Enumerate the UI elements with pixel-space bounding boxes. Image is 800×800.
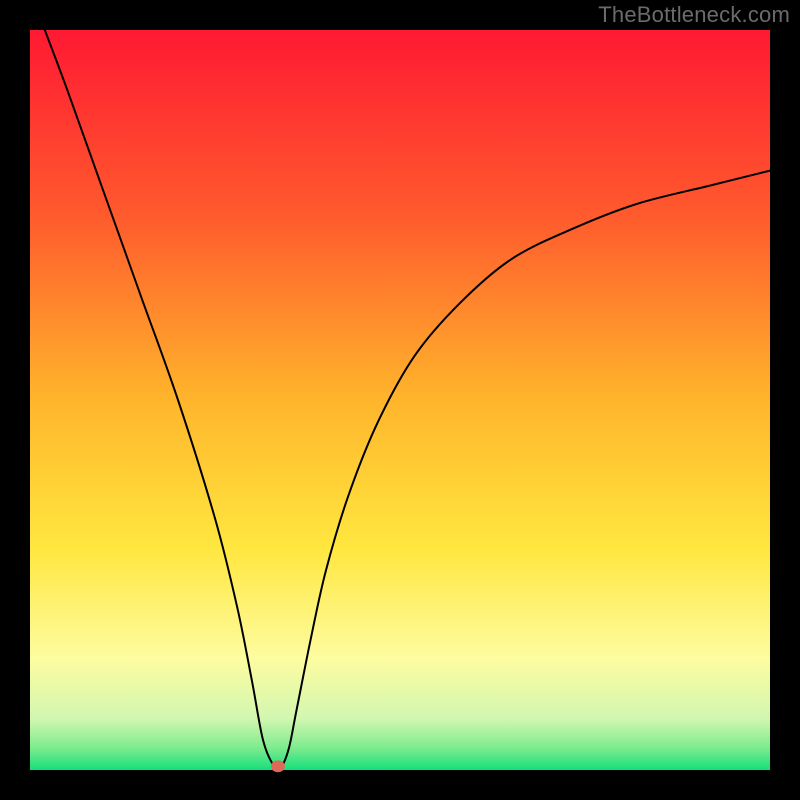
chart-container: TheBottleneck.com xyxy=(0,0,800,800)
plot-background xyxy=(30,30,770,770)
watermark-text: TheBottleneck.com xyxy=(598,2,790,28)
bottleneck-chart xyxy=(0,0,800,800)
optimal-marker xyxy=(271,760,285,772)
